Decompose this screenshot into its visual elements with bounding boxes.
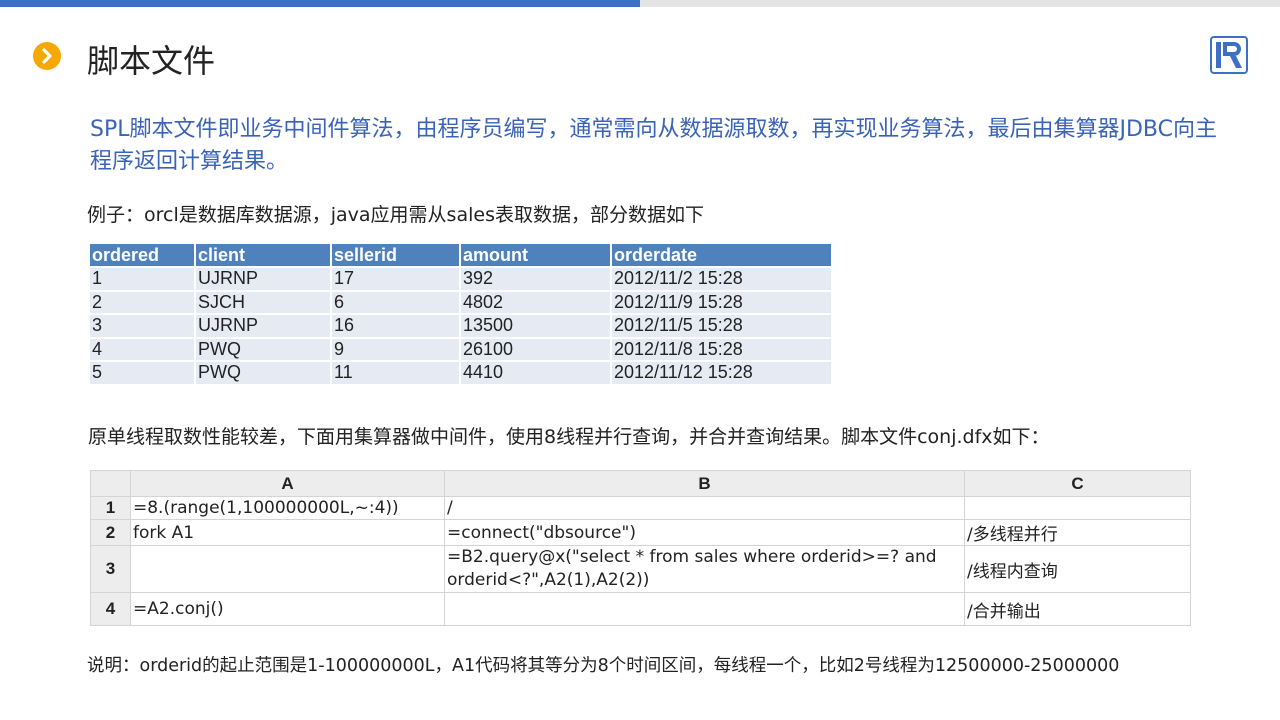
column-header: C — [964, 470, 1191, 497]
table-cell: SJCH — [196, 289, 332, 313]
table-row: 5 PWQ 11 4410 2012/11/12 15:28 — [90, 360, 831, 384]
table-row: 4 PWQ 9 26100 2012/11/8 15:28 — [90, 336, 831, 360]
table-cell: 17 — [332, 266, 461, 290]
table-cell: UJRNP — [196, 266, 332, 290]
note-text: 说明：orderid的起止范围是1-100000000L，A1代码将其等分为8个… — [87, 656, 1120, 676]
table-cell: 26100 — [461, 336, 612, 360]
table-header-row: ordered client sellerid amount orderdate — [90, 244, 831, 266]
table-cell: 11 — [332, 360, 461, 384]
table-cell: 5 — [90, 360, 196, 384]
top-gray-bar — [640, 0, 1280, 7]
table-row: 3 UJRNP 16 13500 2012/11/5 15:28 — [90, 313, 831, 337]
table-cell: 2012/11/5 15:28 — [612, 313, 831, 337]
grid-row: 1 =8.(range(1,100000000L,~:4)) / — [90, 496, 1191, 520]
row-number: 1 — [90, 496, 131, 520]
table-cell: 4 — [90, 336, 196, 360]
grid-header-row: A B C — [90, 470, 1191, 497]
row-number: 3 — [90, 545, 131, 593]
raqsoft-logo-icon — [1210, 36, 1248, 74]
table-cell: 4410 — [461, 360, 612, 384]
row-number: 4 — [90, 592, 131, 626]
table-cell: 4802 — [461, 289, 612, 313]
intro-paragraph: SPL脚本文件即业务中间件算法，由程序员编写，通常需向从数据源取数，再实现业务算… — [90, 117, 1217, 174]
grid-cell: =8.(range(1,100000000L,~:4)) — [130, 496, 445, 520]
column-header: A — [130, 470, 445, 497]
table-cell: 2012/11/8 15:28 — [612, 336, 831, 360]
table-cell: 13500 — [461, 313, 612, 337]
table-cell: 16 — [332, 313, 461, 337]
grid-row: 4 =A2.conj() /合并输出 — [90, 592, 1191, 626]
grid-cell — [444, 592, 965, 626]
table-cell: PWQ — [196, 360, 332, 384]
table-cell: 9 — [332, 336, 461, 360]
top-accent-bar — [0, 0, 640, 7]
grid-row: 2 fork A1 =connect("dbsource") /多线程并行 — [90, 519, 1191, 546]
grid-cell: fork A1 — [130, 519, 445, 546]
table-row: 2 SJCH 6 4802 2012/11/9 15:28 — [90, 289, 831, 313]
sales-table: ordered client sellerid amount orderdate… — [90, 244, 831, 384]
table-cell: 2012/11/12 15:28 — [612, 360, 831, 384]
column-header: client — [196, 244, 332, 266]
grid-cell — [130, 545, 445, 593]
table-cell: 2 — [90, 289, 196, 313]
grid-cell: / — [444, 496, 965, 520]
table-cell: 2012/11/2 15:28 — [612, 266, 831, 290]
table-cell: 3 — [90, 313, 196, 337]
table-cell: PWQ — [196, 336, 332, 360]
grid-cell: =B2.query@x("select * from sales where o… — [444, 545, 965, 593]
column-header: amount — [461, 244, 612, 266]
grid-corner — [90, 470, 131, 497]
grid-cell — [964, 496, 1191, 520]
example-text: 例子：orcl是数据库数据源，java应用需从sales表取数据，部分数据如下 — [87, 204, 704, 226]
column-header: B — [444, 470, 965, 497]
description-paragraph: 原单线程取数性能较差，下面用集算器做中间件，使用8线程并行查询，并合并查询结果。… — [88, 426, 1050, 448]
grid-cell: =connect("dbsource") — [444, 519, 965, 546]
table-cell: UJRNP — [196, 313, 332, 337]
row-number: 2 — [90, 519, 131, 546]
table-cell: 392 — [461, 266, 612, 290]
column-header: orderdate — [612, 244, 831, 266]
grid-row: 3 =B2.query@x("select * from sales where… — [90, 545, 1191, 593]
chevron-right-icon — [33, 42, 61, 70]
grid-cell: /多线程并行 — [964, 519, 1191, 546]
grid-cell: =A2.conj() — [130, 592, 445, 626]
table-row: 1 UJRNP 17 392 2012/11/2 15:28 — [90, 266, 831, 290]
script-grid: A B C 1 =8.(range(1,100000000L,~:4)) / 2… — [90, 470, 1191, 626]
grid-cell: /线程内查询 — [964, 545, 1191, 593]
column-header: sellerid — [332, 244, 461, 266]
column-header: ordered — [90, 244, 196, 266]
table-cell: 2012/11/9 15:28 — [612, 289, 831, 313]
grid-cell: /合并输出 — [964, 592, 1191, 626]
page-title: 脚本文件 — [87, 42, 216, 80]
table-cell: 1 — [90, 266, 196, 290]
table-cell: 6 — [332, 289, 461, 313]
